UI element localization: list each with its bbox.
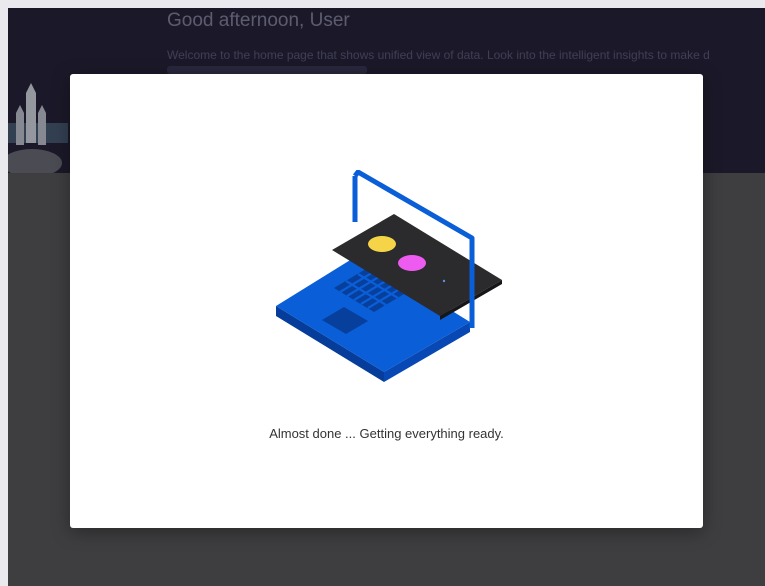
laptop-icon bbox=[276, 170, 502, 382]
loading-status-text: Almost done ... Getting everything ready… bbox=[269, 426, 504, 441]
loading-dialog: Almost done ... Getting everything ready… bbox=[70, 74, 703, 528]
